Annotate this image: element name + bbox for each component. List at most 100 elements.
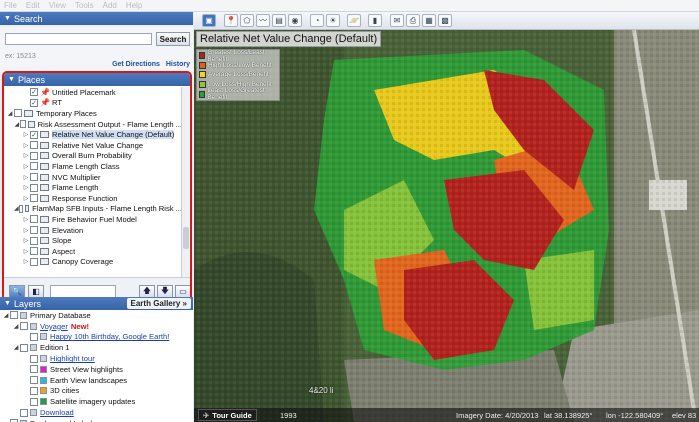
get-directions-link[interactable]: Get Directions [112, 61, 160, 68]
ruler-icon[interactable]: ▮ [368, 14, 382, 27]
checkbox[interactable] [30, 386, 38, 395]
checkbox[interactable] [30, 257, 38, 266]
places-item[interactable]: ▷ Slope [4, 235, 182, 246]
checkbox[interactable] [18, 204, 23, 213]
expand-arrow-icon[interactable]: ▷ [22, 227, 30, 234]
print-icon[interactable]: ⎙ [406, 14, 420, 27]
menu-tools[interactable]: Tools [75, 1, 94, 10]
checkbox[interactable] [30, 376, 38, 385]
layers-item-label[interactable]: Voyager [40, 322, 68, 331]
checkbox[interactable] [14, 109, 22, 118]
checkbox[interactable]: ✓ [30, 130, 38, 139]
record-tour-icon[interactable]: ◉ [288, 14, 302, 27]
checkbox[interactable] [30, 151, 38, 160]
places-item[interactable]: ▷ Fire Behavior Fuel Model [4, 214, 182, 225]
scroll-thumb[interactable] [183, 227, 189, 249]
layers-item[interactable]: Highlight tour [0, 353, 193, 364]
places-item[interactable]: ◢ FlamMap SFB Inputs - Flame Length Risk … [4, 204, 182, 215]
places-item[interactable]: ▷ Aspect [4, 246, 182, 257]
layers-item[interactable]: ◢ Edition 1 [0, 342, 193, 353]
checkbox[interactable] [30, 226, 38, 235]
email-icon[interactable]: ✉ [390, 14, 404, 27]
layers-item[interactable]: Borders and Labels [0, 418, 193, 422]
checkbox[interactable] [20, 408, 28, 417]
expand-arrow-icon[interactable]: ▷ [22, 152, 30, 159]
checkbox[interactable] [30, 236, 38, 245]
menu-file[interactable]: File [4, 1, 17, 10]
expand-arrow-icon[interactable]: ▷ [22, 131, 30, 138]
expand-arrow-icon[interactable]: ▷ [22, 184, 30, 191]
checkbox[interactable] [30, 332, 38, 341]
layers-item-label[interactable]: Highlight tour [50, 354, 95, 363]
places-item[interactable]: ✓ 📌 RT [4, 98, 182, 109]
expand-arrow-icon[interactable]: ◢ [6, 110, 14, 117]
checkbox[interactable]: ✓ [30, 98, 38, 107]
places-item[interactable]: ▷ Response Function [4, 193, 182, 204]
historical-imagery-icon[interactable]: ◔ [310, 14, 324, 27]
checkbox[interactable] [30, 365, 38, 374]
places-item[interactable]: ▷ ✓ Relative Net Value Change (Default) [4, 129, 182, 140]
map-area[interactable]: ▣ 📍 ⬠ 〰 ▤ ◉ ◔ ☀ 🪐 ▮ ✉ ⎙ ▦ ▩ Relative Net… [194, 12, 699, 422]
layers-item[interactable]: ◢ Primary Database [0, 310, 193, 321]
search-input[interactable] [5, 33, 152, 45]
layers-item[interactable]: Earth View landscapes [0, 375, 193, 386]
places-item[interactable]: ▷ Relative Net Value Change [4, 140, 182, 151]
layers-item[interactable]: 3D cities [0, 386, 193, 397]
placemark-icon[interactable]: 📍 [224, 14, 238, 27]
layers-item-label[interactable]: Download [40, 408, 74, 417]
sunlight-icon[interactable]: ☀ [326, 14, 340, 27]
expand-arrow-icon[interactable]: ◢ [2, 312, 10, 319]
layers-item[interactable]: Happy 10th Birthday, Google Earth! [0, 332, 193, 343]
search-button[interactable]: Search [156, 32, 190, 46]
menu-help[interactable]: Help [126, 1, 142, 10]
checkbox[interactable] [20, 322, 28, 331]
checkbox[interactable] [30, 141, 38, 150]
places-item[interactable]: ✓ 📌 Untitled Placemark [4, 87, 182, 98]
places-scrollbar[interactable] [181, 87, 189, 277]
expand-arrow-icon[interactable]: ▷ [22, 216, 30, 223]
places-item[interactable]: ▷ Flame Length [4, 182, 182, 193]
expand-arrow-icon[interactable]: ▷ [22, 174, 30, 181]
polygon-icon[interactable]: ⬠ [240, 14, 254, 27]
places-item[interactable]: ▷ Canopy Coverage [4, 257, 182, 268]
earth-gallery-button[interactable]: Earth Gallery » [126, 298, 191, 309]
menu-view[interactable]: View [49, 1, 66, 10]
places-item[interactable]: ▷ Overall Burn Probability [4, 151, 182, 162]
overlay-icon[interactable]: ▤ [272, 14, 286, 27]
expand-arrow-icon[interactable]: ▷ [22, 163, 30, 170]
layers-item[interactable]: Street View highlights [0, 364, 193, 375]
checkbox[interactable] [30, 162, 38, 171]
checkbox[interactable] [30, 194, 38, 203]
checkbox[interactable] [30, 354, 38, 363]
places-item[interactable]: ◢ Risk Assessment Output - Flame Length .… [4, 119, 182, 130]
checkbox[interactable] [30, 173, 38, 182]
layers-item[interactable]: Satellite imagery updates [0, 396, 193, 407]
checkbox[interactable] [20, 343, 28, 352]
checkbox[interactable] [19, 120, 26, 129]
places-item[interactable]: ◢ Temporary Places [4, 108, 182, 119]
planet-icon[interactable]: 🪐 [347, 14, 361, 27]
menu-add[interactable]: Add [103, 1, 117, 10]
expand-arrow-icon[interactable]: ▷ [22, 258, 30, 265]
places-header[interactable]: ▼ Places [4, 73, 190, 86]
layers-header[interactable]: ▼ Layers Earth Gallery » [0, 297, 193, 310]
checkbox[interactable]: ✓ [30, 88, 38, 97]
checkbox[interactable] [30, 215, 38, 224]
layers-item[interactable]: ◢ Voyager New! [0, 321, 193, 332]
save-image-icon[interactable]: ▦ [422, 14, 436, 27]
checkbox[interactable] [30, 247, 38, 256]
places-item[interactable]: ▷ Flame Length Class [4, 161, 182, 172]
checkbox[interactable] [30, 183, 38, 192]
history-link[interactable]: History [166, 61, 190, 68]
expand-arrow-icon[interactable]: ▷ [22, 195, 30, 202]
expand-arrow-icon[interactable]: ▷ [22, 142, 30, 149]
expand-arrow-icon[interactable]: ▷ [22, 237, 30, 244]
expand-arrow-icon[interactable]: ◢ [12, 344, 20, 351]
checkbox[interactable] [10, 311, 18, 320]
google-maps-icon[interactable]: ▩ [438, 14, 452, 27]
places-item[interactable]: ▷ Elevation [4, 225, 182, 236]
expand-arrow-icon[interactable]: ◢ [12, 323, 20, 330]
layers-item-label[interactable]: Happy 10th Birthday, Google Earth! [50, 332, 169, 341]
sidebar-toggle-icon[interactable]: ▣ [202, 14, 216, 27]
places-item[interactable]: ▷ NVC Multiplier [4, 172, 182, 183]
